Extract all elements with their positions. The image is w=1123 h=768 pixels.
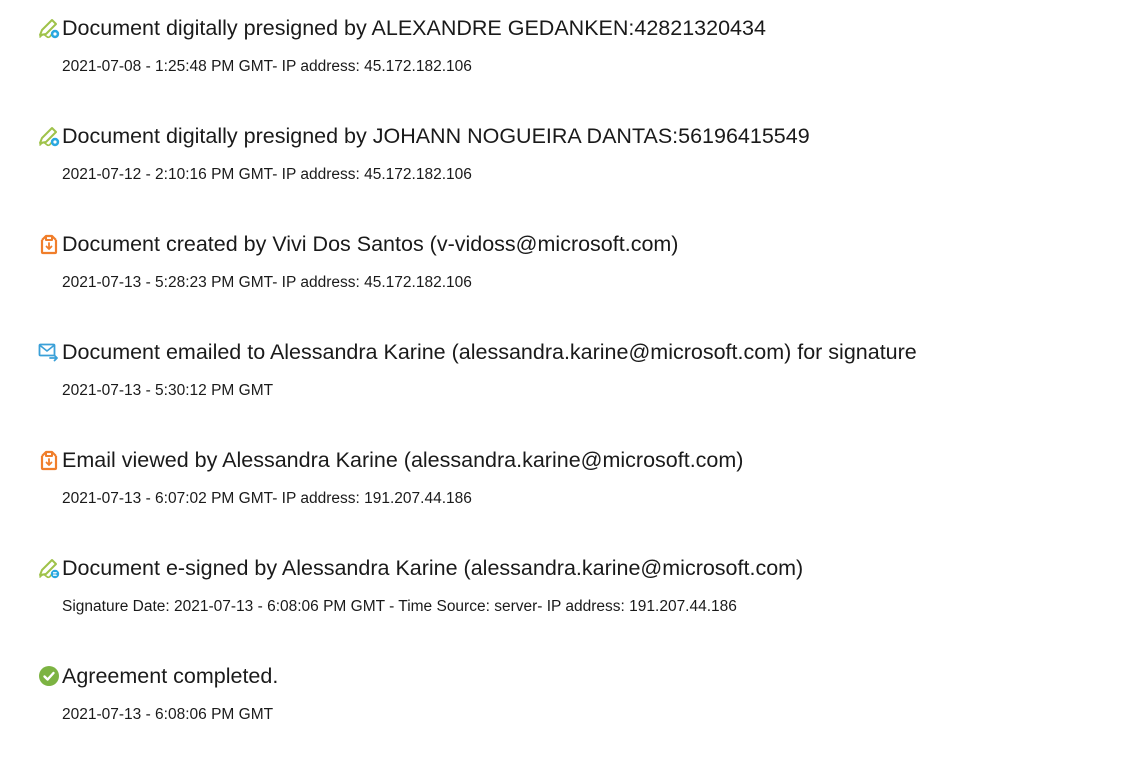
history-event-presign-1: Document digitally presigned by ALEXANDR…	[38, 12, 1118, 120]
event-title: Document digitally presigned by JOHANN N…	[62, 124, 810, 148]
event-timestamp: 2021-07-12 - 2:10:16 PM GMT- IP address:…	[62, 166, 472, 183]
event-title: Document emailed to Alessandra Karine (a…	[62, 340, 917, 364]
pen-esign-icon	[38, 557, 60, 579]
history-event-created: Document created by Vivi Dos Santos (v-v…	[38, 228, 1118, 336]
event-timestamp: 2021-07-13 - 5:28:23 PM GMT- IP address:…	[62, 274, 472, 291]
event-timestamp: 2021-07-13 - 6:08:06 PM GMT	[62, 706, 274, 723]
event-timestamp: 2021-07-08 - 1:25:48 PM GMT- IP address:…	[62, 58, 472, 75]
pen-presign-icon	[38, 125, 60, 147]
history-event-viewed: Email viewed by Alessandra Karine (aless…	[38, 444, 1118, 552]
event-title: Document created by Vivi Dos Santos (v-v…	[62, 232, 679, 256]
history-event-presign-2: Document digitally presigned by JOHANN N…	[38, 120, 1118, 228]
event-title: Document digitally presigned by ALEXANDR…	[62, 16, 766, 40]
history-event-esigned: Document e-signed by Alessandra Karine (…	[38, 552, 1118, 660]
email-sent-icon	[38, 341, 60, 363]
check-circle-icon	[38, 665, 60, 687]
document-created-icon	[38, 233, 60, 255]
pen-presign-icon	[38, 17, 60, 39]
event-timestamp: 2021-07-13 - 5:30:12 PM GMT	[62, 382, 274, 399]
event-timestamp: Signature Date: 2021-07-13 - 6:08:06 PM …	[62, 598, 737, 615]
audit-history: Document digitally presigned by ALEXANDR…	[38, 12, 1118, 768]
event-title: Document e-signed by Alessandra Karine (…	[62, 556, 804, 580]
event-title: Agreement completed.	[62, 664, 279, 688]
event-title: Email viewed by Alessandra Karine (aless…	[62, 448, 744, 472]
event-timestamp: 2021-07-13 - 6:07:02 PM GMT- IP address:…	[62, 490, 472, 507]
history-event-emailed: Document emailed to Alessandra Karine (a…	[38, 336, 1118, 444]
history-event-completed: Agreement completed. 2021-07-13 - 6:08:0…	[38, 660, 1118, 768]
document-viewed-icon	[38, 449, 60, 471]
